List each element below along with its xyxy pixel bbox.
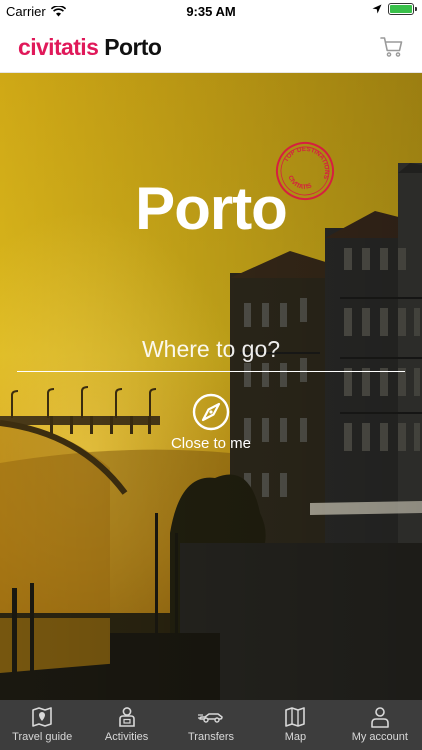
nav-label-travel-guide: Travel guide <box>12 731 73 743</box>
battery-icon <box>388 3 417 15</box>
hero-title: Porto <box>135 175 288 242</box>
car-icon <box>198 713 223 723</box>
brand-city: Porto <box>104 34 162 60</box>
cart-icon[interactable] <box>380 36 404 58</box>
compass-icon <box>192 393 230 431</box>
nav-travel-guide[interactable]: Travel guide <box>0 700 84 750</box>
app-header: civitatis Porto <box>0 22 422 73</box>
status-time: 9:35 AM <box>186 4 236 19</box>
user-icon <box>371 707 389 728</box>
nav-label-activities: Activities <box>104 731 149 743</box>
map-icon <box>285 707 306 727</box>
map-pin-icon <box>32 707 53 727</box>
search-input[interactable] <box>17 328 405 372</box>
nav-transfers[interactable]: Transfers <box>169 700 253 750</box>
nav-label-my-account: My account <box>351 731 408 743</box>
close-to-me-button[interactable]: Close to me <box>140 393 282 463</box>
nav-label-map: Map <box>284 731 307 743</box>
location-arrow-icon <box>372 4 382 14</box>
person-badge-icon <box>118 707 135 727</box>
nav-my-account[interactable]: My account <box>338 700 422 750</box>
nav-label-transfers: Transfers <box>187 731 235 743</box>
bottom-nav: Travel guide Activities Transfers Map My… <box>0 700 422 750</box>
nav-map[interactable]: Map <box>253 700 337 750</box>
nav-activities[interactable]: Activities <box>84 700 168 750</box>
status-bar: Carrier 9:35 AM <box>0 0 422 22</box>
svg-text:CIVITATIS: CIVITATIS <box>284 173 315 196</box>
stamp-text-bottom: CIVITATIS <box>284 173 315 196</box>
hero-section: Porto TOP DESTINATIONS CIVITATIS Close t… <box>0 73 422 700</box>
status-right <box>372 3 417 15</box>
brand-logo[interactable]: civitatis Porto <box>18 34 162 61</box>
hero-background-image <box>0 73 422 700</box>
brand-name: civitatis <box>18 34 99 60</box>
battery-fill <box>390 5 412 13</box>
close-to-me-label: Close to me <box>170 435 252 452</box>
